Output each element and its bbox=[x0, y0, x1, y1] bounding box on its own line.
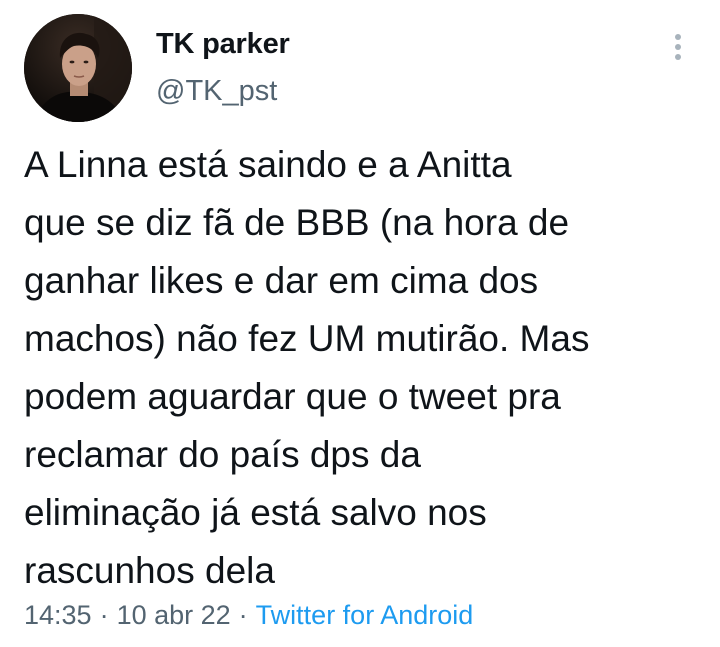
author-handle[interactable]: @TK_pst bbox=[156, 75, 277, 108]
tweet-date[interactable]: 10 abr 22 bbox=[117, 600, 231, 630]
tweet-card: TK parker @TK_pst A Linna está saindo e … bbox=[0, 0, 720, 647]
profile-photo-icon bbox=[24, 14, 132, 122]
separator: · bbox=[238, 600, 248, 630]
separator: · bbox=[99, 600, 109, 630]
tweet-text: A Linna está saindo e a Anitta que se di… bbox=[24, 144, 590, 591]
tweet-metadata: 14:35 · 10 abr 22 · Twitter for Android bbox=[24, 600, 473, 631]
tweet-source-link[interactable]: Twitter for Android bbox=[256, 600, 474, 630]
avatar[interactable] bbox=[24, 14, 132, 122]
tweet-time[interactable]: 14:35 bbox=[24, 600, 92, 630]
author-display-name[interactable]: TK parker bbox=[156, 28, 290, 61]
more-vertical-icon bbox=[675, 34, 681, 60]
more-options-button[interactable] bbox=[666, 30, 690, 66]
